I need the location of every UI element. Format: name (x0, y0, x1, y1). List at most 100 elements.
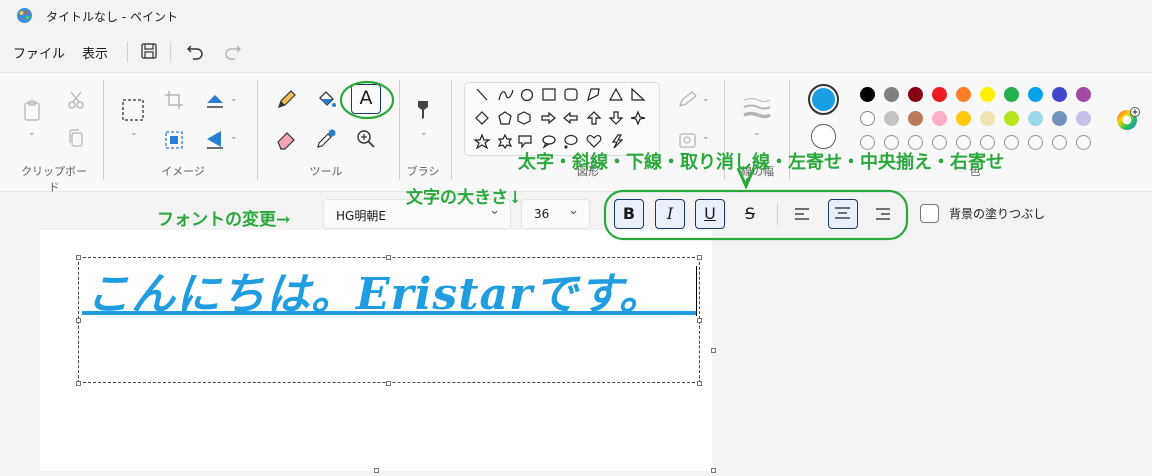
lightning-shape-icon (611, 134, 624, 149)
color-swatch[interactable] (1076, 87, 1091, 102)
color-swatch[interactable] (860, 111, 875, 126)
curve-shape-icon (498, 89, 514, 101)
group-label-brush: ブラシ (406, 165, 440, 178)
callout-rect-shape-icon (518, 135, 532, 149)
arrow-left-shape-icon (563, 111, 578, 125)
color-swatch[interactable] (884, 111, 899, 126)
color-swatch[interactable] (1028, 87, 1043, 102)
ribbon-divider (257, 80, 258, 180)
custom-color-slot[interactable] (1052, 135, 1067, 150)
hexagon-shape-icon (517, 111, 531, 125)
shapes-grid (473, 87, 646, 150)
color-swatch[interactable] (1004, 87, 1019, 102)
menu-file[interactable]: ファイル (13, 43, 65, 62)
menu-view[interactable]: 表示 (82, 43, 108, 62)
chevron-down-icon[interactable]: ⌄ (702, 132, 710, 142)
font-family-value: HG明朝E (336, 209, 386, 223)
chevron-down-icon: ⌄ (568, 203, 579, 218)
resize-handle[interactable] (386, 255, 391, 260)
resize-handle[interactable] (76, 255, 81, 260)
canvas-resize-handle[interactable] (374, 468, 379, 473)
canvas-resize-handle[interactable] (711, 468, 716, 473)
redo-icon[interactable] (222, 40, 244, 62)
font-size-select[interactable]: 36 ⌄ (521, 199, 590, 229)
cut-icon[interactable] (64, 88, 88, 112)
star-six-shape-icon (497, 133, 513, 150)
color-swatch[interactable] (1028, 111, 1043, 126)
resize-handle[interactable] (76, 318, 81, 323)
color-swatch[interactable] (932, 111, 947, 126)
chevron-down-icon[interactable]: ⌄ (230, 132, 238, 142)
color-swatch[interactable] (884, 87, 899, 102)
crop-icon[interactable] (162, 88, 186, 112)
color-swatch[interactable] (1052, 87, 1067, 102)
arrow-right-shape-icon (541, 111, 556, 125)
star-five-shape-icon (473, 133, 491, 150)
chevron-down-icon[interactable]: ⌄ (420, 128, 428, 138)
fill-bucket-icon[interactable] (314, 88, 338, 112)
rotate-icon[interactable] (203, 88, 227, 112)
eraser-icon[interactable] (274, 127, 298, 151)
color-swatch[interactable] (980, 111, 995, 126)
menu-divider (127, 42, 128, 62)
color-swatch[interactable] (908, 111, 923, 126)
oval-shape-icon (520, 88, 534, 102)
color-picker-icon[interactable] (314, 127, 338, 151)
magnifier-icon[interactable] (354, 127, 378, 151)
fill-background-checkbox[interactable] (920, 204, 939, 223)
group-label-image: イメージ (161, 165, 205, 178)
resize-handle[interactable] (697, 381, 702, 386)
font-size-value: 36 (534, 207, 550, 221)
callout-oval-shape-icon (542, 135, 556, 149)
color-swatch[interactable] (860, 87, 875, 102)
line-shape-icon (476, 88, 488, 101)
fill-background-label: 背景の塗りつぶし (949, 207, 1046, 221)
brush-icon[interactable] (411, 98, 435, 122)
edit-colors-icon[interactable] (1115, 106, 1141, 132)
custom-color-slot[interactable] (1004, 135, 1019, 150)
secondary-color-selector[interactable] (811, 124, 836, 149)
color-swatch[interactable] (1076, 111, 1091, 126)
color-swatch[interactable] (980, 87, 995, 102)
copy-icon[interactable] (64, 127, 88, 151)
color-swatch[interactable] (1052, 111, 1067, 126)
menu-divider (170, 42, 171, 62)
save-icon[interactable] (138, 40, 160, 62)
primary-color-selector[interactable] (808, 84, 839, 115)
right-triangle-shape-icon (631, 87, 646, 101)
undo-icon[interactable] (184, 40, 206, 62)
chevron-down-icon[interactable]: ⌄ (702, 94, 710, 104)
select-icon[interactable] (121, 98, 145, 122)
color-swatch[interactable] (932, 87, 947, 102)
text-underline (82, 311, 697, 315)
chevron-down-icon[interactable]: ⌄ (230, 94, 238, 104)
resize-handle[interactable] (697, 318, 702, 323)
chevron-down-icon[interactable]: ⌄ (28, 128, 36, 138)
resize-icon[interactable] (162, 128, 186, 152)
primary-color-swatch (812, 88, 835, 111)
pencil-icon[interactable] (274, 88, 298, 112)
paint-app-icon (17, 8, 32, 23)
resize-handle[interactable] (386, 381, 391, 386)
chevron-down-icon[interactable]: ⌄ (753, 128, 761, 138)
heart-shape-icon (586, 135, 602, 148)
canvas-resize-handle[interactable] (711, 348, 716, 353)
color-swatch[interactable] (908, 87, 923, 102)
ribbon-divider (103, 80, 104, 180)
resize-handle[interactable] (76, 381, 81, 386)
paste-icon[interactable] (20, 98, 44, 122)
custom-color-slot[interactable] (1076, 135, 1091, 150)
color-swatch[interactable] (1004, 111, 1019, 126)
color-swatch[interactable] (956, 111, 971, 126)
flip-icon[interactable] (203, 127, 227, 151)
outline-icon[interactable] (676, 88, 700, 112)
color-swatch[interactable] (956, 87, 971, 102)
resize-handle[interactable] (697, 255, 702, 260)
callout-cloud-shape-icon (564, 134, 578, 149)
stroke-size-icon[interactable] (742, 96, 772, 122)
ribbon-divider (451, 80, 452, 180)
menu-bar (0, 32, 1152, 72)
chevron-down-icon[interactable]: ⌄ (130, 128, 138, 138)
custom-color-slot[interactable] (1028, 135, 1043, 150)
pentagon-shape-icon (498, 111, 512, 125)
